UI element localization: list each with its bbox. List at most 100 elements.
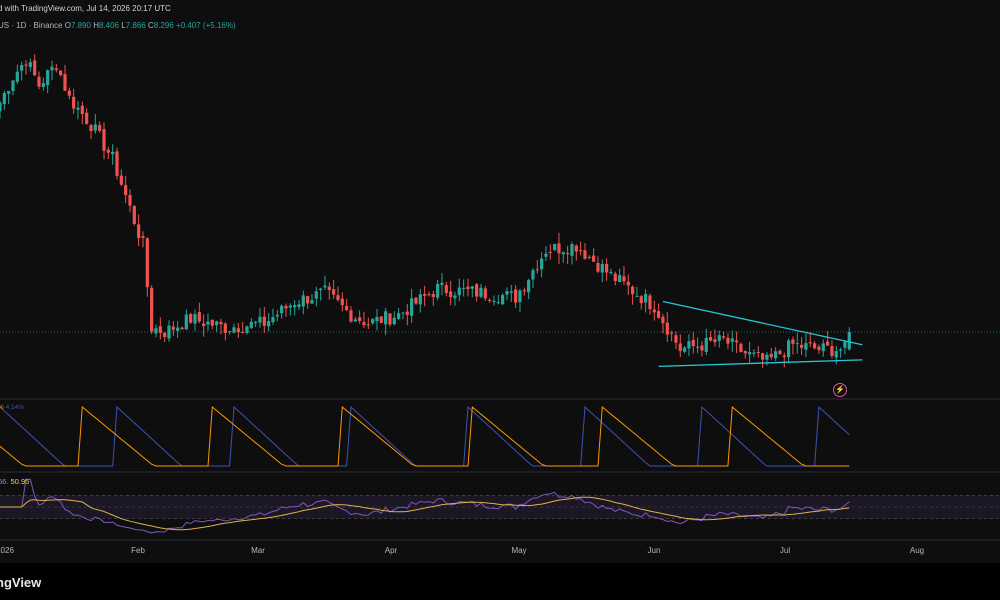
- candle: [388, 313, 392, 327]
- candle: [583, 243, 587, 260]
- candle: [271, 308, 275, 325]
- candle: [288, 303, 292, 316]
- candle: [462, 279, 466, 297]
- candle: [410, 288, 414, 323]
- candle: [743, 350, 747, 359]
- published-caption: d with TradingView.com, Jul 14, 2026 20:…: [0, 4, 171, 13]
- candle: [622, 266, 626, 286]
- candle: [375, 308, 379, 331]
- candle: [184, 309, 188, 330]
- candle: [323, 275, 327, 290]
- candle: [384, 308, 388, 336]
- candle: [20, 61, 24, 81]
- candle: [748, 341, 752, 363]
- candle: [626, 274, 630, 296]
- rsi-legend: 66. 50.95: [0, 477, 29, 486]
- candle: [258, 307, 262, 328]
- candle: [119, 169, 123, 187]
- chart-canvas[interactable]: [0, 0, 1000, 563]
- candle: [531, 268, 535, 288]
- candle: [33, 54, 37, 77]
- candle: [206, 313, 210, 331]
- candle: [405, 304, 409, 326]
- candle: [696, 337, 700, 354]
- aroon-value: 4.14%: [5, 404, 25, 411]
- candle: [713, 329, 717, 347]
- candle: [457, 278, 461, 302]
- candle: [800, 337, 804, 356]
- candle: [98, 121, 102, 133]
- candle: [345, 298, 349, 312]
- high-value: 8.406: [98, 21, 120, 30]
- aroon-pane: [0, 405, 850, 467]
- candle: [197, 302, 201, 324]
- candle: [340, 292, 344, 312]
- candle: [670, 330, 674, 342]
- candle: [579, 241, 583, 256]
- candle: [358, 310, 362, 324]
- candle: [254, 320, 258, 328]
- candle: [111, 144, 115, 165]
- lightning-icon[interactable]: ⚡: [833, 383, 847, 397]
- aroon-down-line: [0, 405, 850, 467]
- candle: [46, 69, 50, 94]
- candle: [262, 307, 266, 334]
- change-value: +0.407 (+5.16%): [176, 21, 236, 30]
- candle: [150, 285, 154, 335]
- rsi-pane: [0, 478, 1000, 534]
- candle: [639, 294, 643, 310]
- candle: [245, 325, 249, 335]
- candle: [501, 293, 505, 306]
- candle: [379, 316, 383, 324]
- candle: [397, 308, 401, 320]
- candle: [683, 345, 687, 354]
- candle: [752, 349, 756, 357]
- candle: [509, 284, 513, 302]
- candle: [15, 64, 19, 85]
- candle: [89, 123, 93, 139]
- candle: [59, 70, 63, 77]
- candle: [527, 278, 531, 300]
- candle: [401, 312, 405, 320]
- candle: [301, 290, 305, 315]
- candle: [85, 108, 89, 125]
- candle: [730, 330, 734, 352]
- x-tick-feb: Feb: [131, 546, 145, 555]
- candle: [327, 282, 331, 300]
- candle: [587, 255, 591, 260]
- candle: [241, 321, 245, 334]
- candle: [648, 293, 652, 315]
- candle: [280, 304, 284, 319]
- candle: [336, 286, 340, 302]
- candle: [427, 291, 431, 297]
- candle: [830, 340, 834, 359]
- candle: [293, 300, 297, 316]
- candle: [700, 340, 704, 357]
- candle: [470, 285, 474, 298]
- open-value: 7.890: [70, 21, 91, 30]
- candle: [124, 176, 128, 204]
- candle: [475, 283, 479, 302]
- candle: [193, 309, 197, 331]
- candle: [310, 294, 314, 304]
- candle: [349, 306, 353, 323]
- price-candles: [0, 54, 851, 368]
- symbol-label: US · 1D · Binance: [0, 21, 63, 30]
- candle: [115, 147, 119, 180]
- candle: [804, 333, 808, 358]
- candle: [449, 280, 453, 306]
- x-tick-jul: Jul: [779, 546, 791, 555]
- candle: [7, 90, 11, 105]
- rsi-value: 50.95: [10, 477, 30, 486]
- trendline[interactable]: [658, 359, 863, 368]
- candle: [215, 320, 219, 333]
- candle: [54, 63, 58, 73]
- candle: [418, 288, 422, 313]
- candle: [163, 332, 167, 343]
- candle: [492, 295, 496, 306]
- candle: [440, 272, 444, 296]
- x-tick-may: May: [511, 546, 527, 555]
- candle: [735, 331, 739, 353]
- candle: [761, 352, 765, 368]
- candle: [431, 290, 435, 306]
